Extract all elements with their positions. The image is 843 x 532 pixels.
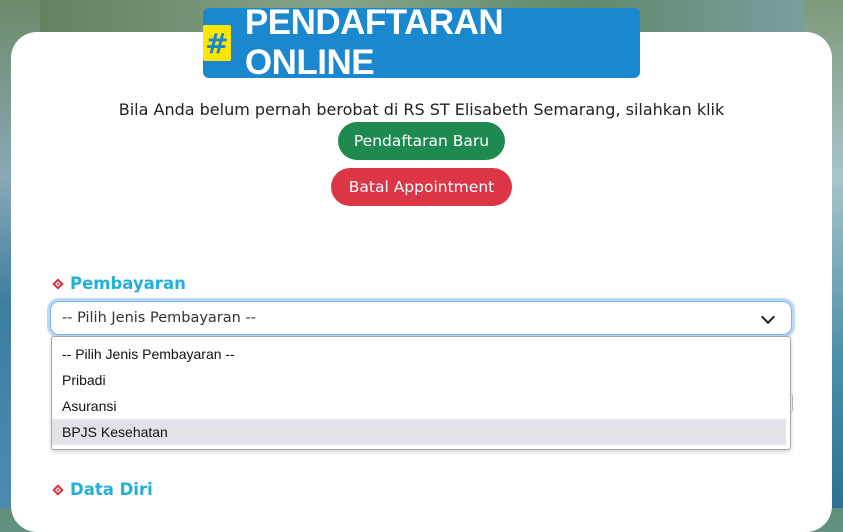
dropdown-option-asuransi[interactable]: Asuransi — [52, 393, 790, 419]
payment-label-text: Pembayaran — [70, 274, 186, 293]
new-registration-button[interactable]: Pendaftaran Baru — [338, 122, 505, 160]
cancel-appointment-button[interactable]: Batal Appointment — [331, 168, 512, 206]
dropdown-option-placeholder[interactable]: -- Pilih Jenis Pembayaran -- — [52, 341, 790, 367]
dropdown-option-bpjs[interactable]: BPJS Kesehatan — [52, 419, 786, 445]
personal-data-label-text: Data Diri — [70, 480, 153, 499]
payment-type-selected-value: -- Pilih Jenis Pembayaran -- — [62, 310, 256, 326]
personal-data-section-label: Data Diri — [52, 480, 153, 499]
page-title-banner: # PENDAFTARAN ONLINE — [203, 3, 640, 82]
hash-icon: # — [203, 25, 231, 61]
chevron-down-icon — [760, 309, 776, 325]
page-title: PENDAFTARAN ONLINE — [244, 3, 504, 82]
payment-type-dropdown-list: -- Pilih Jenis Pembayaran -- Pribadi Asu… — [51, 336, 791, 450]
payment-section-label: Pembayaran — [52, 274, 186, 293]
intro-text: Bila Anda belum pernah berobat di RS ST … — [118, 100, 725, 119]
diamond-bullet-icon — [52, 277, 64, 290]
diamond-bullet-icon — [52, 483, 64, 496]
payment-type-select[interactable]: -- Pilih Jenis Pembayaran -- — [50, 301, 792, 335]
dropdown-option-pribadi[interactable]: Pribadi — [52, 367, 790, 393]
